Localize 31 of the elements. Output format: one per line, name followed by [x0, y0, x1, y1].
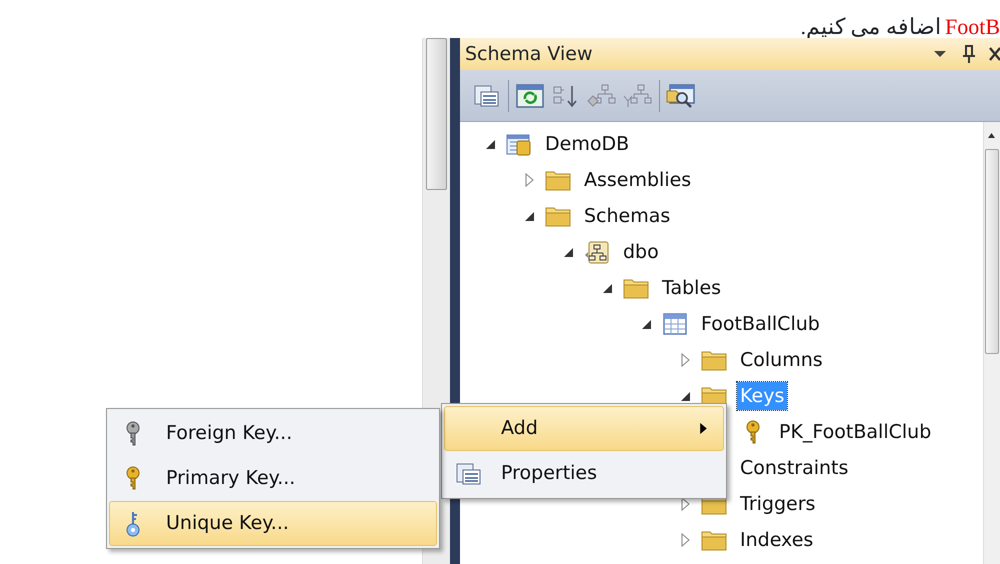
key-icon [126, 421, 140, 446]
scrollbar[interactable] [983, 122, 1000, 564]
scroll-thumb[interactable] [985, 149, 999, 354]
table-icon [662, 312, 688, 336]
find-icon[interactable] [666, 82, 696, 110]
properties-icon [456, 462, 480, 484]
menu-item[interactable]: Primary Key... [109, 456, 437, 501]
caption-highlight: FootB [944, 16, 1000, 38]
tree-item[interactable]: DemoDB [542, 130, 632, 158]
tree-item[interactable]: Schemas [581, 202, 674, 230]
tree-item[interactable]: dbo [620, 238, 662, 266]
schema-icon [584, 240, 610, 264]
tree-item[interactable]: FootBallClub [698, 310, 823, 338]
tree-item[interactable]: Tables [659, 274, 724, 302]
key-icon [126, 510, 140, 536]
tree-item[interactable]: Triggers [737, 490, 818, 518]
database-icon [506, 132, 532, 156]
tree-item[interactable]: PK_FootBallClub [776, 418, 934, 446]
refresh-icon[interactable] [515, 82, 545, 110]
menu-item[interactable]: Add [444, 406, 724, 451]
menu-item[interactable]: Foreign Key... [109, 411, 437, 456]
menu-item[interactable]: Properties [444, 451, 724, 496]
scroll-thumb[interactable] [426, 38, 447, 190]
menu-item[interactable]: Unique Key... [109, 501, 437, 546]
key-icon [126, 466, 140, 491]
tree-item[interactable]: Columns [737, 346, 826, 374]
tree-item[interactable]: Indexes [737, 526, 816, 554]
tree-item[interactable]: Assemblies [581, 166, 694, 194]
caption-text: اضافه می کنیم. [800, 16, 941, 38]
panel-title: Schema View [465, 42, 594, 67]
tree-item[interactable]: Constraints [737, 454, 852, 482]
